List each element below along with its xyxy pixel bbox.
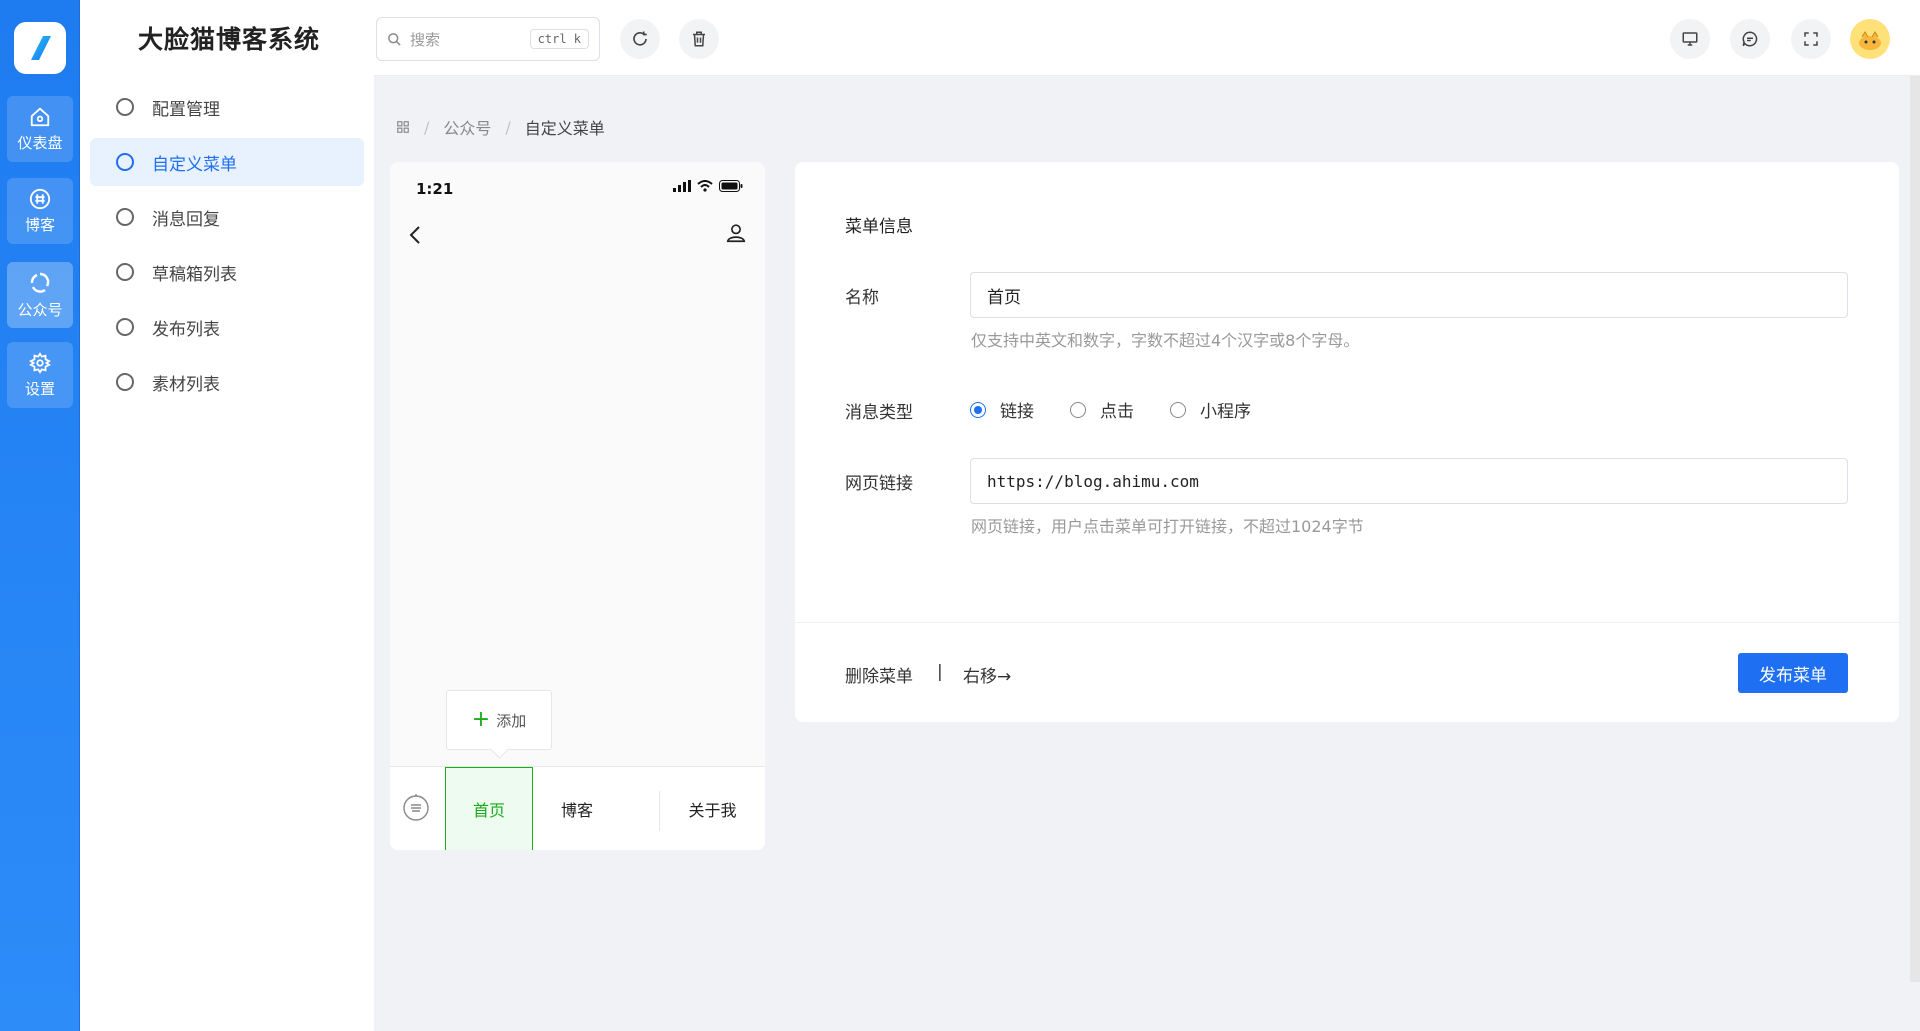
subnav-item-label: 素材列表 [152,374,220,395]
divider [795,622,1899,623]
name-input[interactable]: 首页 [970,272,1848,318]
radio-link[interactable]: 链接 [970,397,1034,422]
delete-menu-button[interactable]: 删除菜单 [845,662,913,687]
subnav-item-config[interactable]: 配置管理 [90,83,364,131]
monitor-icon [1682,32,1698,46]
fullscreen-icon [1804,32,1818,46]
footer-separator: | [937,662,943,682]
home-icon [30,107,50,126]
subnav-item-drafts[interactable]: 草稿箱列表 [90,248,364,296]
radio-click[interactable]: 点击 [1070,397,1134,422]
plus-icon: + [471,707,491,732]
circle-icon [116,208,134,226]
phone-menu-tab[interactable]: 博客 [533,767,621,850]
rail-item-label: 公众号 [17,300,63,319]
app-rail: 仪表盘 博客 公众号 设置 [0,0,80,1031]
type-label: 消息类型 [845,403,913,423]
search-shortcut: ctrl k [529,29,589,49]
add-submenu-label: 添加 [496,711,527,730]
phone-preview: 1:21 + 添加 首页 博客 关于我 [390,162,765,850]
url-input[interactable]: https://blog.ahimu.com [970,458,1848,504]
breadcrumb-separator: / [505,117,511,137]
app-logo[interactable] [14,22,66,74]
gear-icon [29,351,51,374]
radio-checked-icon [970,401,986,418]
sub-navigation: 大脸猫博客系统 配置管理 自定义菜单 消息回复 草稿箱列表 发布列表 素材列表 [80,0,374,1031]
breadcrumb-current: 自定义菜单 [524,119,605,138]
move-right-button[interactable]: 右移→ [963,662,1011,687]
rail-item-dashboard[interactable]: 仪表盘 [7,96,73,162]
radio-unchecked-icon [1070,401,1086,418]
page-scrollbar[interactable] [1910,76,1920,982]
subnav-item-label: 发布列表 [152,319,220,340]
circle-icon [116,153,134,171]
phone-menu-tab[interactable]: 关于我 [660,767,765,850]
radio-miniprogram[interactable]: 小程序 [1170,397,1251,422]
avatar[interactable] [1850,19,1890,59]
grid-icon[interactable] [396,120,410,134]
refresh-button[interactable] [620,19,660,59]
trash-icon [693,31,705,47]
battery-icon [719,180,743,192]
keyboard-icon[interactable] [402,793,430,821]
refresh-icon [633,31,647,46]
fullscreen-button[interactable] [1791,19,1831,59]
chat-icon [1742,31,1758,47]
subnav-item-label: 草稿箱列表 [152,264,237,285]
brand-title: 大脸猫博客系统 [138,25,321,54]
section-title: 菜单信息 [845,217,913,237]
url-hint: 网页链接，用户点击菜单可打开链接，不超过1024字节 [971,517,1364,536]
phone-menu-tab[interactable]: 首页 [445,767,533,850]
messages-button[interactable] [1730,19,1770,59]
logo-icon [31,36,51,60]
breadcrumb: / 公众号 / 自定义菜单 [396,115,605,139]
clear-cache-button[interactable] [679,19,719,59]
message-type-radio-group: 链接 点击 小程序 [970,397,1251,422]
cat-avatar-icon [1859,31,1881,50]
rail-item-blog[interactable]: 博客 [7,178,73,244]
name-label: 名称 [845,288,879,308]
radio-label: 链接 [1000,402,1034,422]
search-input[interactable]: 搜索 ctrl k [376,17,600,61]
back-icon[interactable] [408,224,422,246]
phone-menu-bar: 首页 博客 关于我 [390,766,765,850]
wifi-icon [697,180,713,192]
name-hint: 仅支持中英文和数字，字数不超过4个汉字或8个字母。 [971,331,1360,350]
publish-menu-button[interactable]: 发布菜单 [1738,653,1848,693]
url-label: 网页链接 [845,474,913,494]
signal-icon [673,180,691,192]
subnav-item-label: 自定义菜单 [152,154,237,175]
circle-icon [116,373,134,391]
subnav-item-materials[interactable]: 素材列表 [90,358,364,406]
rail-item-label: 博客 [24,215,55,234]
circle-icon [116,318,134,336]
hash-icon [29,188,51,209]
menu-config-card: 菜单信息 名称 首页 仅支持中英文和数字，字数不超过4个汉字或8个字母。 消息类… [795,162,1899,722]
screen-button[interactable] [1670,19,1710,59]
search-icon [388,32,401,46]
rail-item-label: 设置 [24,379,55,398]
phone-time: 1:21 [416,180,454,198]
radio-label: 小程序 [1200,402,1251,422]
rail-item-settings[interactable]: 设置 [7,342,73,408]
breadcrumb-separator: / [424,117,430,137]
breadcrumb-item[interactable]: 公众号 [443,115,491,139]
rail-item-wechat[interactable]: 公众号 [7,262,73,328]
add-submenu-button[interactable]: + 添加 [446,690,552,750]
radio-label: 点击 [1100,402,1134,422]
subnav-item-custom-menu[interactable]: 自定义菜单 [90,138,364,186]
subnav-item-label: 配置管理 [152,99,220,120]
wechat-icon [30,272,50,293]
subnav-item-published[interactable]: 发布列表 [90,303,364,351]
radio-unchecked-icon [1170,401,1186,418]
circle-icon [116,263,134,281]
phone-status-icons [673,180,743,192]
top-header: 搜索 ctrl k [374,0,1920,76]
user-icon[interactable] [725,222,747,244]
search-placeholder: 搜索 [410,30,441,49]
subnav-item-label: 消息回复 [152,209,220,230]
rail-item-label: 仪表盘 [17,133,63,152]
subnav-item-message-reply[interactable]: 消息回复 [90,193,364,241]
circle-icon [116,98,134,116]
